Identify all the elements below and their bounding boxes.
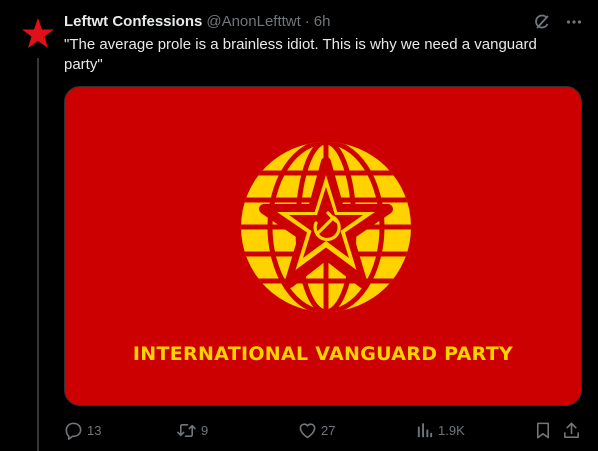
bookmark-icon xyxy=(536,422,550,438)
reply-icon xyxy=(65,422,82,440)
display-name[interactable]: Leftwt Confessions xyxy=(64,12,202,32)
post-image[interactable]: INTERNATIONAL VANGUARD PARTY xyxy=(64,86,582,406)
like-button[interactable]: 27 xyxy=(298,420,335,440)
flag-banner-text: INTERNATIONAL VANGUARD PARTY xyxy=(132,343,514,365)
reply-button[interactable]: 13 xyxy=(64,420,101,440)
separator-dot: · xyxy=(304,13,310,30)
bookmark-button[interactable] xyxy=(534,420,552,440)
post-time[interactable]: 6h xyxy=(314,12,331,32)
post-actions: 13 9 27 1.9K xyxy=(64,420,584,440)
repost-icon xyxy=(177,423,196,437)
avatar[interactable] xyxy=(18,14,58,54)
avatar-star-icon xyxy=(22,18,54,48)
post-header: Leftwt Confessions @AnonLefttwt · 6h xyxy=(64,11,584,33)
views-count: 1.9K xyxy=(438,422,465,438)
repost-button[interactable]: 9 xyxy=(176,420,208,440)
avatar-column xyxy=(18,14,58,54)
post-text: "The average prole is a brainless idiot.… xyxy=(64,36,537,73)
grok-icon[interactable] xyxy=(532,12,552,32)
header-actions xyxy=(532,12,584,32)
thread-line xyxy=(37,58,39,451)
share-button[interactable] xyxy=(562,420,581,440)
reply-count: 13 xyxy=(87,422,102,438)
views-icon xyxy=(417,422,433,437)
share-icon xyxy=(564,422,579,438)
views-button[interactable]: 1.9K xyxy=(415,420,465,440)
user-handle[interactable]: @AnonLefttwt xyxy=(206,12,300,32)
more-icon[interactable] xyxy=(564,12,584,32)
like-count: 27 xyxy=(321,422,336,438)
like-icon xyxy=(299,422,316,438)
repost-count: 9 xyxy=(201,422,209,438)
